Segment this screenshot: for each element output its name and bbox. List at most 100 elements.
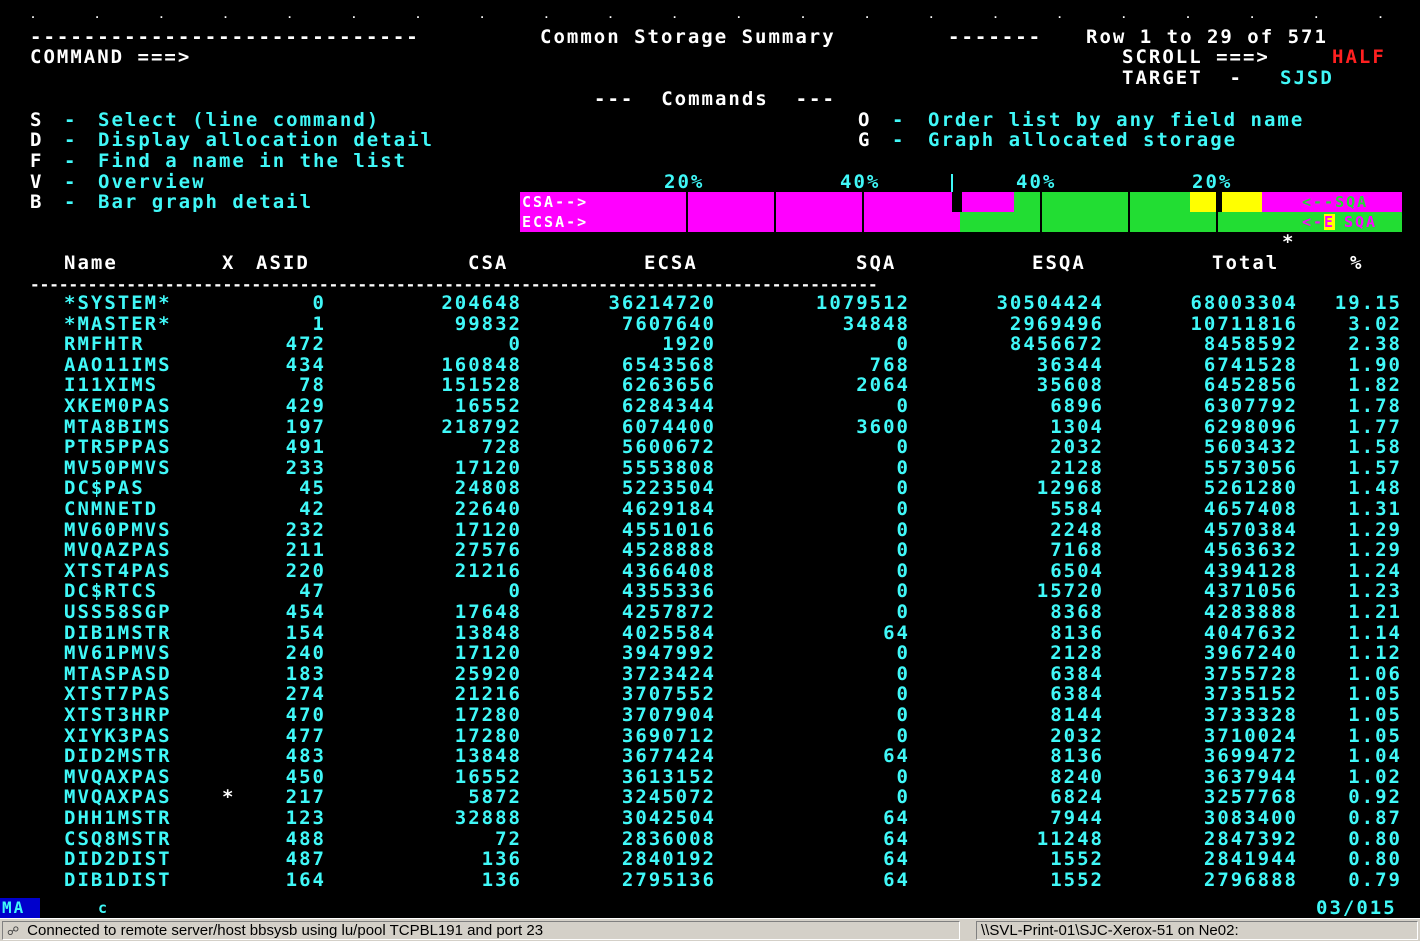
csa-label: CSA--> (522, 193, 589, 211)
cell-asid: 183 (285, 662, 326, 685)
cell-esqa: 6384 (1050, 662, 1104, 685)
table-row[interactable]: MV60PMVS 232 17120 4551016 0 2248 4570384 1.29 (0, 520, 1420, 540)
table-row[interactable]: *SYSTEM* 0 204648 36214720 1079512 30504424 68… (0, 293, 1420, 313)
table-row[interactable]: MV61PMVS 240 17120 3947992 0 2128 3967240 1.12 (0, 643, 1420, 663)
cell-pct: 1.23 (1348, 580, 1402, 603)
cell-name: I11XIMS (64, 374, 159, 397)
cell-name: CNMNETD (64, 498, 159, 520)
table-row[interactable]: XKEM0PAS 429 16552 6284344 0 6896 6307792 1.78 (0, 396, 1420, 416)
cell-total: 3710024 (1203, 724, 1298, 747)
table-row[interactable]: MVQAXPAS * 217 5872 3245072 0 6824 3257768 0.92 (0, 787, 1420, 807)
col-header-sqa[interactable]: SQA (856, 253, 896, 273)
table-row[interactable]: RMFHTR 472 0 1920 0 8456672 8458592 2.38 (0, 334, 1420, 354)
cell-total: 4283888 (1203, 601, 1298, 623)
terminal-screen[interactable]: . . . . . . . . . . . . . . . . . . . . … (0, 0, 1420, 898)
table-row[interactable]: MVQAXPAS 450 16552 3613152 0 8240 3637944 1.02 (0, 767, 1420, 787)
table-row[interactable]: DIB1DIST 164 136 2795136 64 1552 2796888 0.79 (0, 870, 1420, 890)
table-row[interactable]: DID2MSTR 483 13848 3677424 64 8136 3699472 1.04 (0, 746, 1420, 766)
col-header-name[interactable]: Name (64, 253, 118, 273)
table-row[interactable]: DIB1MSTR 154 13848 4025584 64 8136 4047632 1.14 (0, 623, 1420, 643)
table-row[interactable]: XTST3HRP 470 17280 3707904 0 8144 3733328 1.05 (0, 705, 1420, 725)
col-header-x[interactable]: X (222, 253, 235, 273)
cell-pct: 0.87 (1348, 807, 1402, 829)
table-row[interactable]: MVQAZPAS 211 27576 4528888 0 7168 4563632 1.29 (0, 540, 1420, 560)
cell-name: DID2DIST (64, 848, 172, 871)
bar-grid-line (686, 192, 688, 232)
table-row[interactable]: AAO11IMS 434 160848 6543568 768 36344 6741528 1… (0, 355, 1420, 375)
table-row[interactable]: DC$PAS 45 24808 5223504 0 12968 5261280 1.48 (0, 478, 1420, 498)
cell-csa: 17280 (454, 704, 522, 726)
cell-esqa: 36344 (1036, 353, 1104, 376)
col-header-total[interactable]: Total (1212, 253, 1279, 273)
cell-pct: 1.05 (1348, 724, 1402, 747)
esqa-label-suffix: SQA (1344, 213, 1378, 231)
table-row[interactable]: CNMNETD 42 22640 4629184 0 5584 4657408 1.31 (0, 499, 1420, 519)
cell-asid: 154 (285, 621, 326, 644)
table-row[interactable]: CSQ8MSTR 488 72 2836008 64 11248 2847392 0.80 (0, 829, 1420, 849)
connection-pane: ☍ Connected to remote server/host bbsysb… (2, 921, 960, 940)
table-row[interactable]: I11XIMS 78 151528 6263656 2064 35608 6452856 1.… (0, 375, 1420, 395)
cell-ecsa: 3245072 (621, 786, 716, 809)
command-sep-d: - (64, 129, 78, 151)
col-header-asid[interactable]: ASID (256, 253, 310, 273)
esqa-label-highlight: E (1324, 213, 1336, 231)
col-header-csa[interactable]: CSA (468, 253, 508, 273)
status-bar: ☍ Connected to remote server/host bbsysb… (0, 918, 1420, 941)
table-row[interactable]: MTA8BIMS 197 218792 6074400 3600 1304 6298096 1… (0, 417, 1420, 437)
col-header-esqa[interactable]: ESQA (1032, 253, 1086, 273)
cell-name: MVQAXPAS (64, 786, 172, 809)
table-row[interactable]: *MASTER* 1 99832 7607640 34848 2969496 1071181… (0, 314, 1420, 334)
cell-sqa: 64 (883, 868, 910, 891)
cell-esqa: 7944 (1050, 807, 1104, 829)
cell-total: 5603432 (1203, 436, 1298, 459)
screen-title: Common Storage Summary (540, 26, 836, 48)
col-header-pct[interactable]: % (1350, 253, 1363, 273)
cell-sqa: 64 (883, 621, 910, 644)
command-label: COMMAND ===> (30, 46, 192, 68)
cell-esqa: 6824 (1050, 786, 1104, 809)
cell-esqa: 2128 (1050, 642, 1104, 665)
command-text-overview: Overview (98, 171, 206, 193)
cell-esqa: 2032 (1050, 724, 1104, 747)
command-input[interactable] (250, 47, 810, 67)
table-row[interactable]: XIYK3PAS 477 17280 3690712 0 2032 3710024 1.05 (0, 726, 1420, 746)
cell-ecsa: 3707552 (621, 683, 716, 706)
cell-pct: 0.92 (1348, 786, 1402, 809)
table-row[interactable]: USS58SGP 454 17648 4257872 0 8368 4283888 1.21 (0, 602, 1420, 622)
table-row[interactable]: PTR5PPAS 491 728 5600672 0 2032 5603432 1.58 (0, 437, 1420, 457)
cell-pct: 2.38 (1348, 333, 1402, 356)
commands-header: --- Commands --- (594, 88, 836, 110)
cell-sqa: 64 (883, 745, 910, 768)
cell-ecsa: 6074400 (621, 415, 716, 438)
table-row[interactable]: DHH1MSTR 123 32888 3042504 64 7944 3083400 0.87 (0, 808, 1420, 828)
cell-pct: 1.82 (1348, 374, 1402, 397)
cell-csa: 728 (481, 436, 522, 459)
table-row[interactable]: MTASPASD 183 25920 3723424 0 6384 3755728 1.06 (0, 664, 1420, 684)
total-sort-marker: * (1282, 231, 1296, 253)
cell-name: MTA8BIMS (64, 415, 172, 438)
cell-total: 6452856 (1203, 374, 1298, 397)
command-key-s: S (30, 109, 44, 131)
table-row[interactable]: DC$RTCS 47 0 4355336 0 15720 4371056 1.23 (0, 581, 1420, 601)
command-key-o: O (858, 109, 872, 131)
cell-esqa: 30504424 (996, 292, 1104, 314)
table-row[interactable]: XTST7PAS 274 21216 3707552 0 6384 3735152 1.05 (0, 684, 1420, 704)
scroll-amount-field[interactable]: HALF (1332, 47, 1386, 67)
table-row[interactable]: MV50PMVS 233 17120 5553808 0 2128 5573056 1.57 (0, 458, 1420, 478)
col-header-ecsa[interactable]: ECSA (644, 253, 698, 273)
esqa-bar (960, 212, 1302, 232)
cell-ecsa: 6543568 (621, 353, 716, 376)
command-key-g: G (858, 129, 872, 151)
table-row[interactable]: DID2DIST 487 136 2840192 64 1552 2841944 0.80 (0, 849, 1420, 869)
table-row[interactable]: XTST4PAS 220 21216 4366408 0 6504 4394128 1.24 (0, 561, 1420, 581)
cell-name: MV60PMVS (64, 518, 172, 541)
cell-asid: 450 (285, 765, 326, 788)
cell-ecsa: 4551016 (621, 518, 716, 541)
cell-sqa: 64 (883, 827, 910, 850)
cell-asid: 1 (312, 312, 326, 335)
cell-csa: 32888 (454, 807, 522, 829)
cell-pct: 1.02 (1348, 765, 1402, 788)
cell-ecsa: 3613152 (621, 765, 716, 788)
bar-grid-line (862, 192, 864, 232)
cell-sqa: 768 (869, 353, 910, 376)
